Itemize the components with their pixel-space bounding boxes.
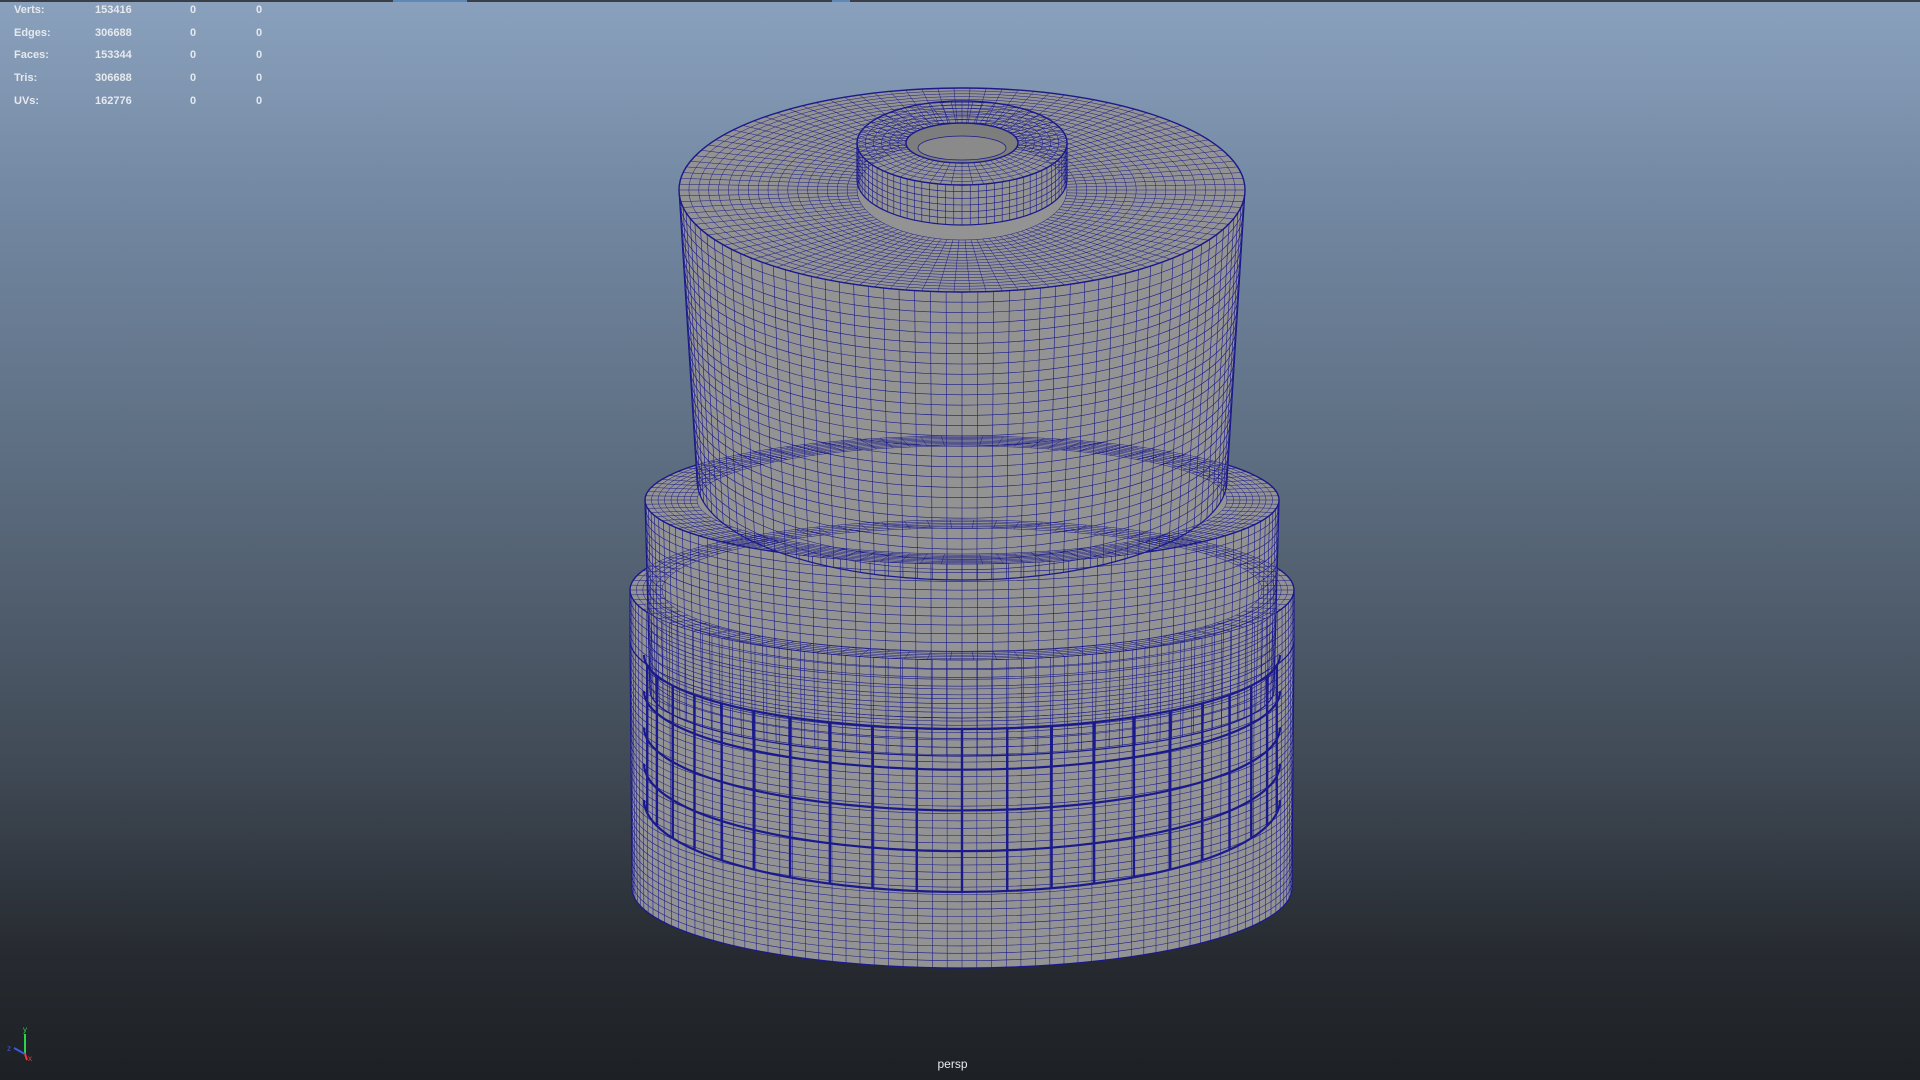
z-axis-label: z xyxy=(7,1044,11,1053)
hud-selected: 0 xyxy=(190,94,197,107)
hud-component: 0 xyxy=(256,94,263,107)
hud-component: 0 xyxy=(256,49,263,62)
hud-total: 153344 xyxy=(95,49,132,62)
hud-component: 0 xyxy=(256,4,263,16)
hud-selected: 0 xyxy=(190,26,197,39)
z-axis-line xyxy=(13,1047,26,1055)
hud-total: 153416 xyxy=(95,4,132,16)
camera-name-label: persp xyxy=(937,1057,968,1071)
hud-component: 0 xyxy=(256,72,263,85)
hud-total: 306688 xyxy=(95,26,132,39)
polygon-model-wireframe[interactable] xyxy=(0,0,1920,1080)
hud-label: Verts: xyxy=(14,4,45,16)
hud-selected: 0 xyxy=(190,4,197,16)
hud-total: 306688 xyxy=(95,72,132,85)
hud-selected: 0 xyxy=(190,72,197,85)
hud-label: Tris: xyxy=(14,72,38,85)
hud-component: 0 xyxy=(256,26,263,39)
axis-gizmo-icon: y z x xyxy=(7,1025,32,1062)
hud-label: Faces: xyxy=(14,49,49,62)
hud-label: UVs: xyxy=(14,94,40,107)
hub-hole-inner xyxy=(917,135,1007,161)
hud-total: 162776 xyxy=(95,94,132,107)
viewport-panel[interactable]: Verts: 153416 0 0 Edges: 306688 0 0 Face… xyxy=(0,0,1920,1080)
y-axis-label: y xyxy=(23,1025,27,1034)
hud-label: Edges: xyxy=(14,26,51,39)
hud-selected: 0 xyxy=(190,49,197,62)
